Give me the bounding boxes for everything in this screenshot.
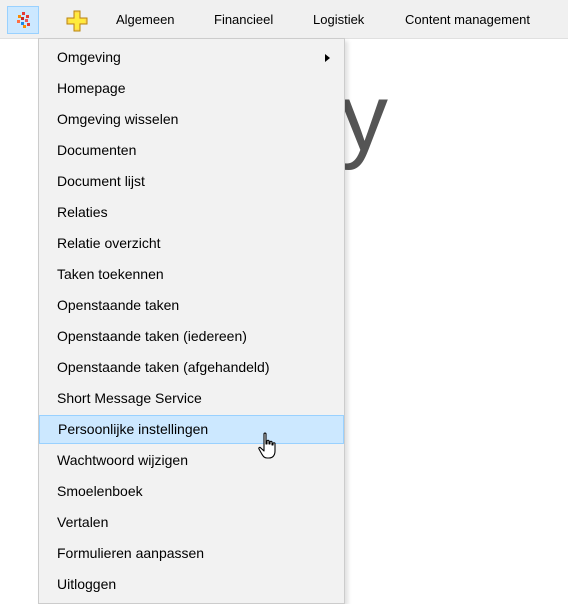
menu-item-omgeving-wisselen[interactable]: Omgeving wisselen [39,105,344,134]
menu-item-persoonlijke-instellingen[interactable]: Persoonlijke instellingen [39,415,344,444]
menu-item-label: Omgeving wisselen [57,111,179,127]
app-dropdown-menu: Omgeving Homepage Omgeving wisselen Docu… [38,38,345,604]
menu-item-label: Short Message Service [57,390,202,406]
background-text-fragment: y [340,64,388,171]
menu-logistiek[interactable]: Logistiek [313,8,364,32]
menu-item-label: Documenten [57,142,137,158]
menu-item-vertalen[interactable]: Vertalen [39,508,344,537]
menu-item-relaties[interactable]: Relaties [39,198,344,227]
menu-item-label: Persoonlijke instellingen [58,421,209,437]
menu-item-documenten[interactable]: Documenten [39,136,344,165]
submenu-arrow-icon [325,54,330,62]
menu-item-smoelenboek[interactable]: Smoelenboek [39,477,344,506]
menu-item-homepage[interactable]: Homepage [39,74,344,103]
menu-item-openstaande-taken-afgehandeld[interactable]: Openstaande taken (afgehandeld) [39,353,344,382]
menu-item-omgeving[interactable]: Omgeving [39,43,344,72]
menu-financieel[interactable]: Financieel [214,8,273,32]
plus-icon [66,10,88,32]
menu-content-management[interactable]: Content management [405,8,530,32]
menu-item-label: Uitloggen [57,576,117,592]
menu-item-label: Homepage [57,80,126,96]
menu-item-relatie-overzicht[interactable]: Relatie overzicht [39,229,344,258]
menu-item-label: Smoelenboek [57,483,143,499]
menu-item-short-message-service[interactable]: Short Message Service [39,384,344,413]
menu-algemeen[interactable]: Algemeen [116,8,175,32]
menu-item-openstaande-taken[interactable]: Openstaande taken [39,291,344,320]
menu-item-uitloggen[interactable]: Uitloggen [39,570,344,599]
menu-item-document-lijst[interactable]: Document lijst [39,167,344,196]
menu-item-label: Wachtwoord wijzigen [57,452,188,468]
menu-item-label: Vertalen [57,514,109,530]
menu-bar: Algemeen Financieel Logistiek Content ma… [0,0,568,39]
menu-item-wachtwoord-wijzigen[interactable]: Wachtwoord wijzigen [39,446,344,475]
menu-item-label: Relaties [57,204,108,220]
menu-item-formulieren-aanpassen[interactable]: Formulieren aanpassen [39,539,344,568]
menu-item-label: Omgeving [57,49,121,65]
menu-item-taken-toekennen[interactable]: Taken toekennen [39,260,344,289]
menu-item-label: Formulieren aanpassen [57,545,205,561]
menu-item-label: Openstaande taken (afgehandeld) [57,359,270,375]
menu-item-label: Openstaande taken (iedereen) [57,328,247,344]
menu-item-label: Relatie overzicht [57,235,161,251]
app-logo-button[interactable] [7,6,39,34]
app-logo-icon [17,12,30,28]
menu-item-label: Openstaande taken [57,297,180,313]
menu-item-label: Document lijst [57,173,145,189]
plus-button[interactable] [66,10,88,32]
menu-item-openstaande-taken-iedereen[interactable]: Openstaande taken (iedereen) [39,322,344,351]
menu-item-label: Taken toekennen [57,266,164,282]
hand-pointer-cursor-icon [258,432,276,459]
